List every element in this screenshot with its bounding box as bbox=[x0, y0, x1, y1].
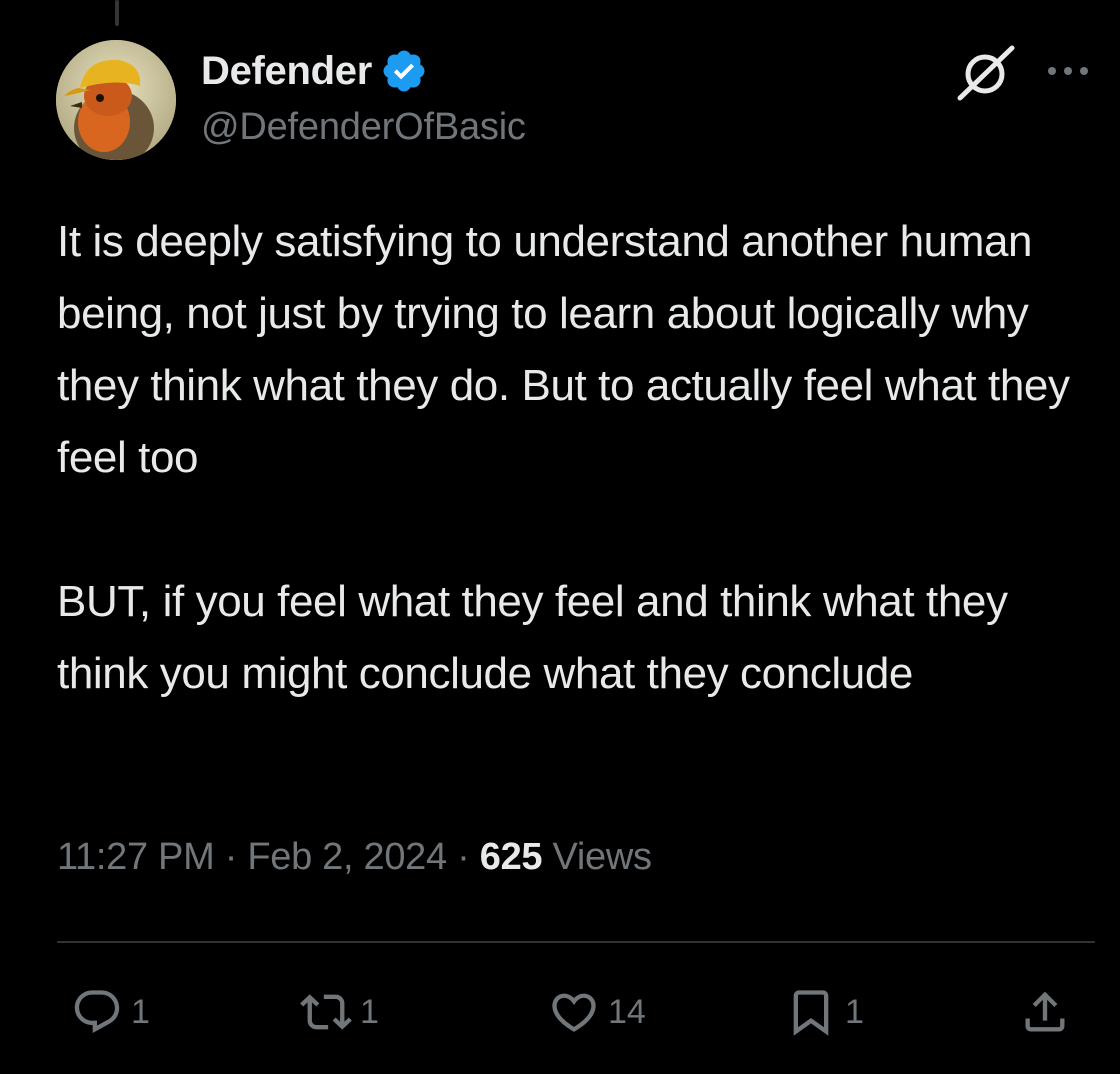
meta-separator: · bbox=[457, 836, 470, 878]
author-display-name[interactable]: Defender bbox=[201, 49, 372, 94]
author-handle[interactable]: @DefenderOfBasic bbox=[201, 106, 526, 149]
bookmark-icon bbox=[793, 990, 829, 1036]
views-label: Views bbox=[552, 836, 652, 878]
author-name-row: Defender bbox=[201, 46, 428, 96]
bookmark-button[interactable]: 1 bbox=[785, 984, 864, 1040]
reply-icon bbox=[74, 990, 120, 1034]
divider bbox=[57, 941, 1095, 943]
more-options-icon[interactable] bbox=[1044, 60, 1092, 82]
thread-connector-line bbox=[115, 0, 119, 26]
heart-icon bbox=[552, 993, 596, 1032]
repost-count: 1 bbox=[360, 992, 379, 1031]
meta-separator: · bbox=[224, 836, 238, 878]
reply-button[interactable]: 1 bbox=[71, 984, 150, 1040]
grok-icon[interactable] bbox=[954, 44, 1016, 102]
reply-count: 1 bbox=[131, 992, 150, 1031]
share-icon bbox=[1025, 991, 1065, 1032]
repost-button[interactable]: 1 bbox=[300, 984, 379, 1040]
like-button[interactable]: 14 bbox=[548, 984, 646, 1040]
bookmark-count: 1 bbox=[845, 992, 864, 1031]
share-button[interactable] bbox=[1019, 984, 1071, 1040]
robin-avatar-image bbox=[56, 40, 176, 160]
verified-badge-icon[interactable] bbox=[380, 47, 428, 95]
tweet-time[interactable]: 11:27 PM bbox=[57, 836, 215, 878]
like-count: 14 bbox=[608, 992, 646, 1031]
tweet-text: It is deeply satisfying to understand an… bbox=[57, 217, 1070, 698]
repost-icon bbox=[300, 994, 352, 1030]
tweet-meta: 11:27 PM · Feb 2, 2024 · 625 Views bbox=[57, 836, 652, 879]
avatar[interactable] bbox=[56, 40, 176, 160]
views-count: 625 bbox=[479, 836, 543, 878]
tweet-date[interactable]: Feb 2, 2024 bbox=[247, 836, 447, 878]
